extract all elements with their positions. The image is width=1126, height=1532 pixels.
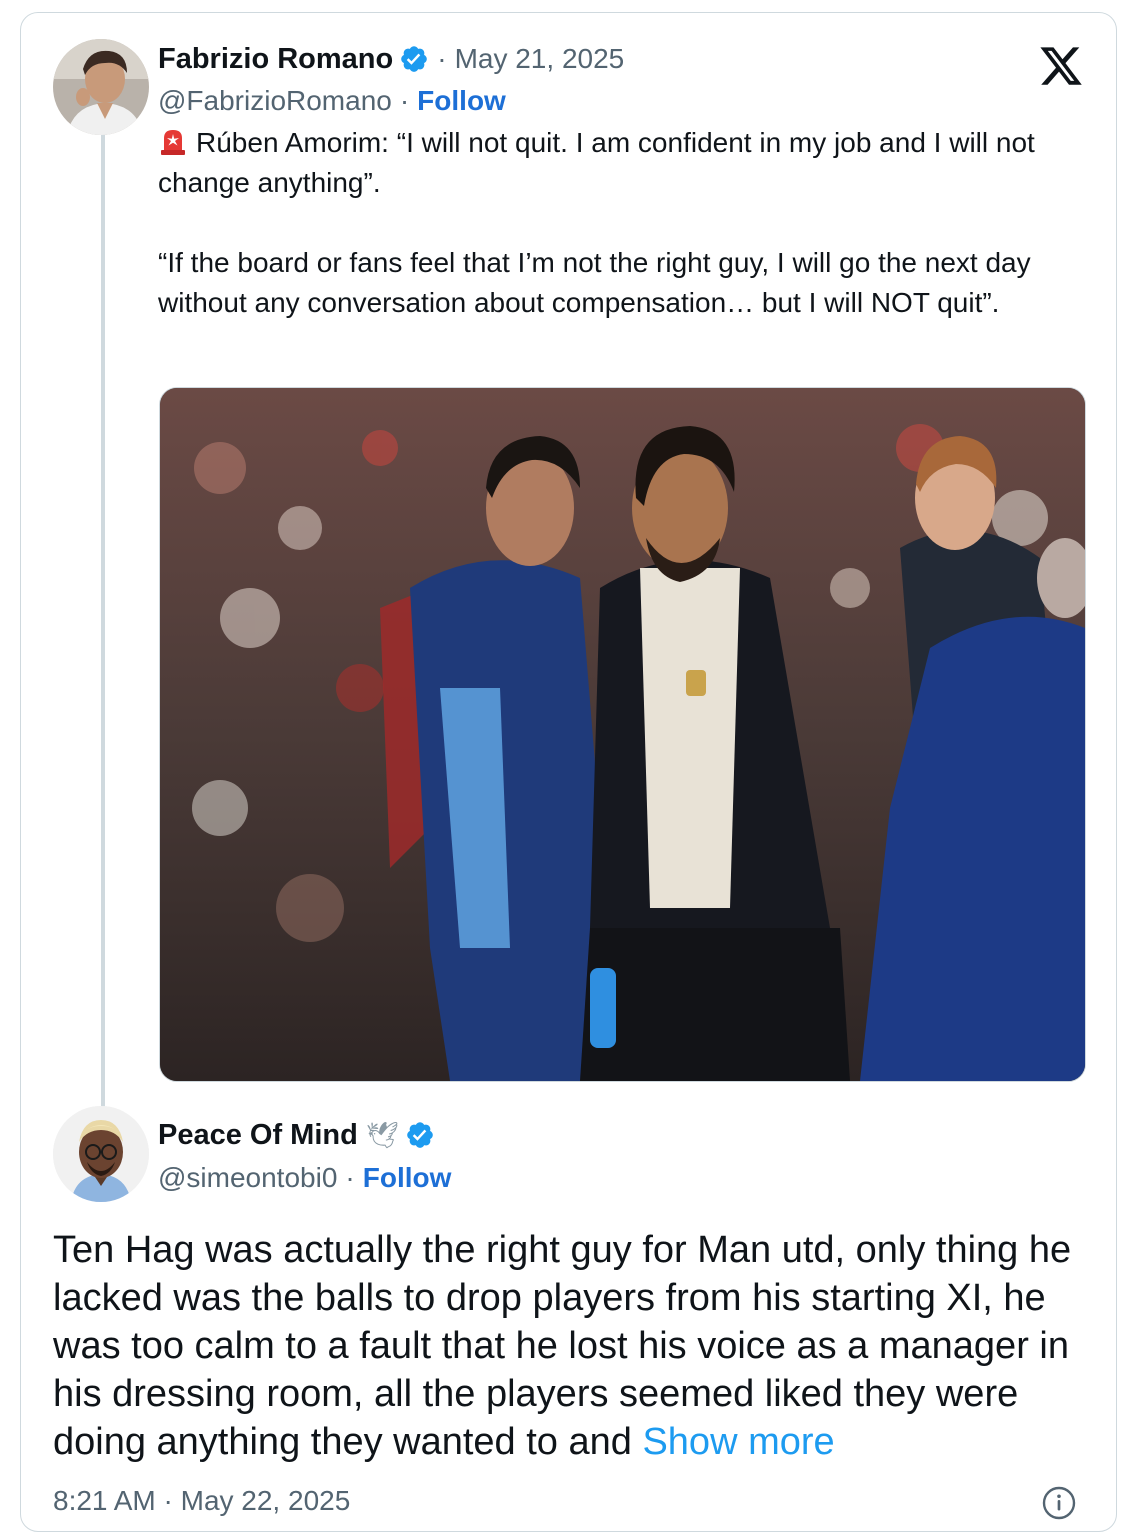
tweet-text: Rúben Amorim: “I will not quit. I am con… — [158, 123, 1093, 323]
show-more-link[interactable]: Show more — [642, 1421, 834, 1463]
reply-author-name-row: Peace Of Mind 🕊 — [158, 1115, 435, 1155]
author-avatar[interactable] — [53, 39, 149, 135]
reply-follow-button[interactable]: Follow — [363, 1162, 452, 1194]
reply-text-body: Ten Hag was actually the right guy for M… — [53, 1229, 1072, 1463]
tweet-paragraph-1-text: Rúben Amorim: “I will not quit. I am con… — [158, 127, 1035, 198]
embedded-tweet-card: Fabrizio Romano · May 21, 2025 @Fabrizio… — [20, 12, 1117, 1532]
author-name-row: Fabrizio Romano · May 21, 2025 — [158, 41, 624, 77]
reply-author-handle-row: @simeontobi0 · Follow — [158, 1158, 451, 1198]
tweet-date[interactable]: May 21, 2025 — [455, 43, 625, 75]
separator-dot: · — [437, 43, 447, 74]
siren-icon — [158, 126, 188, 156]
reply-text: Ten Hag was actually the right guy for M… — [53, 1226, 1113, 1466]
reply-author-display-name[interactable]: Peace Of Mind — [158, 1119, 358, 1152]
follow-button[interactable]: Follow — [417, 85, 506, 117]
thread-connector-line — [101, 131, 105, 1111]
separator-dot: · — [345, 1162, 355, 1193]
verified-badge-icon — [405, 1120, 435, 1150]
dove-emoji: 🕊 — [365, 1119, 399, 1150]
info-icon[interactable] — [1041, 1485, 1077, 1521]
author-handle-row: @FabrizioRomano · Follow — [158, 83, 506, 119]
tweet-paragraph-2: “If the board or fans feel that I’m not … — [158, 247, 1031, 318]
tweet-paragraph-1: Rúben Amorim: “I will not quit. I am con… — [158, 123, 1093, 203]
tweet-photo[interactable] — [159, 387, 1086, 1082]
reply-author-avatar[interactable] — [53, 1106, 149, 1202]
x-logo-icon[interactable] — [1037, 43, 1085, 89]
author-handle[interactable]: @FabrizioRomano — [158, 85, 392, 117]
reply-author-handle[interactable]: @simeontobi0 — [158, 1162, 337, 1194]
verified-badge-icon — [399, 44, 429, 74]
separator-dot: · — [399, 85, 410, 116]
author-display-name[interactable]: Fabrizio Romano — [158, 43, 393, 76]
reply-timestamp[interactable]: 8:21 AM · May 22, 2025 — [53, 1485, 350, 1517]
